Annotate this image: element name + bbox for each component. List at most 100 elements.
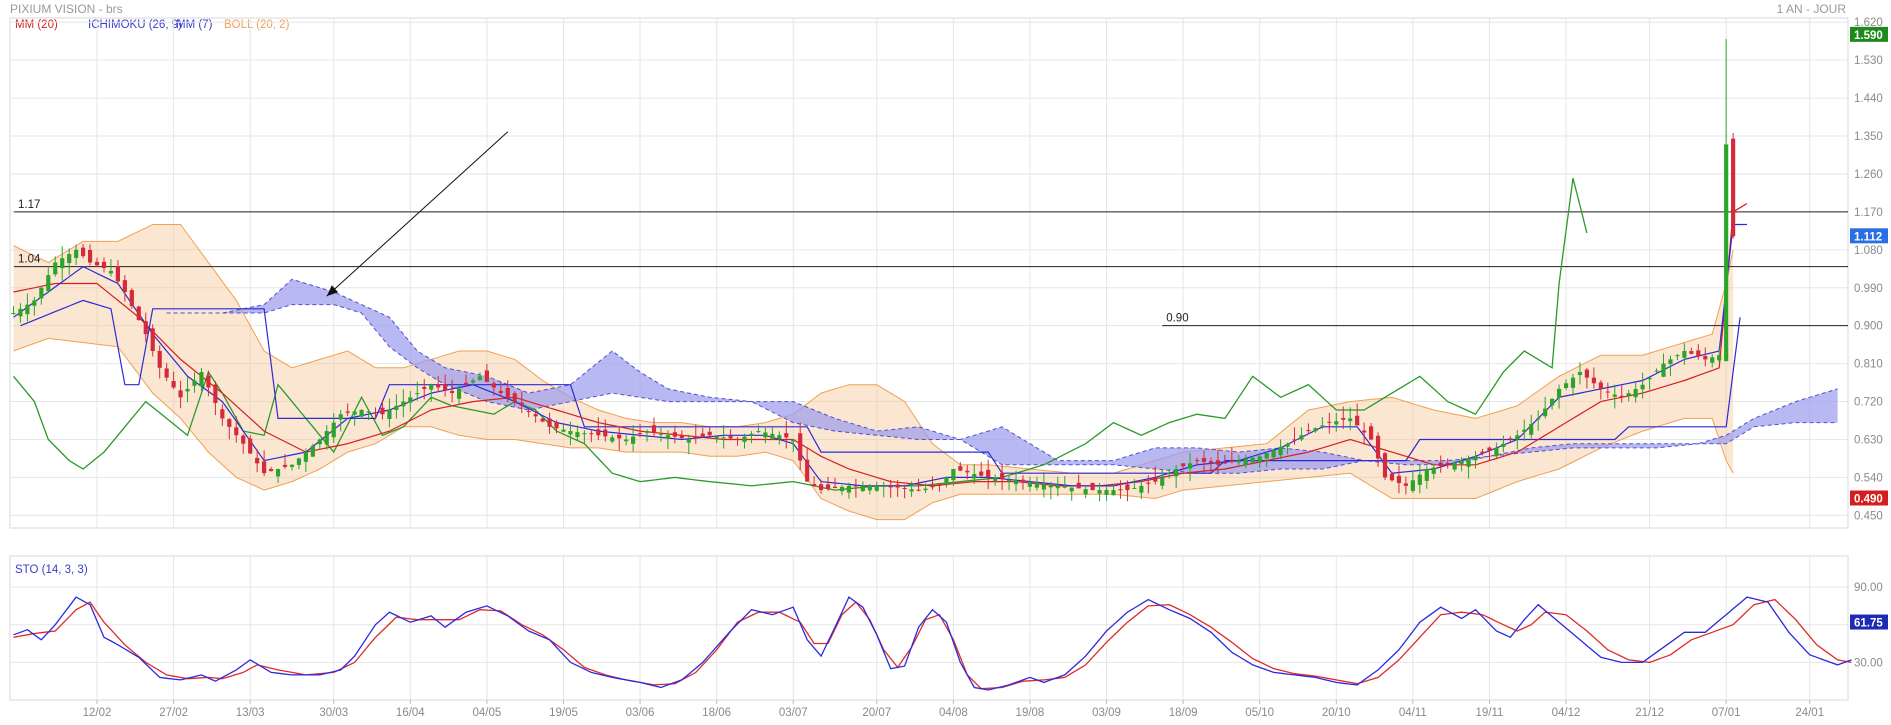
candle-body bbox=[610, 437, 615, 442]
candle-body bbox=[1703, 356, 1708, 360]
candle-body bbox=[1355, 415, 1360, 426]
candle-body bbox=[234, 427, 239, 436]
candle-body bbox=[1466, 458, 1471, 467]
candle-body bbox=[1494, 447, 1499, 457]
candle-body bbox=[784, 433, 789, 438]
level-label: 1.04 bbox=[18, 254, 41, 266]
candle-body bbox=[1097, 490, 1102, 494]
candle-body bbox=[867, 485, 872, 491]
legend-ichimoku[interactable]: ICHIMOKU (26, 9) bbox=[88, 19, 182, 31]
candle-body bbox=[979, 471, 984, 476]
sto-d-line bbox=[13, 598, 1852, 690]
legend-boll[interactable]: BOLL (20, 2) bbox=[224, 19, 290, 31]
candle-body bbox=[11, 313, 16, 315]
legend-mm20[interactable]: MM (20) bbox=[15, 19, 58, 31]
candle-body bbox=[951, 468, 956, 481]
candle-body bbox=[1139, 485, 1144, 493]
candle-body bbox=[1717, 355, 1722, 361]
candle-body bbox=[1424, 468, 1429, 481]
candle-body bbox=[18, 308, 23, 317]
candle-body bbox=[164, 368, 169, 378]
candle-body bbox=[436, 383, 441, 388]
candle-body bbox=[1027, 482, 1033, 487]
candle-body bbox=[1403, 483, 1408, 486]
candle-body bbox=[972, 474, 977, 479]
candle-body bbox=[1215, 460, 1221, 465]
candle-body bbox=[1556, 388, 1562, 398]
candle-body bbox=[443, 384, 448, 391]
candle-body bbox=[791, 439, 796, 442]
trend-arrow[interactable] bbox=[326, 131, 509, 297]
candle-body bbox=[1292, 439, 1297, 441]
candle-body bbox=[1598, 382, 1603, 389]
candle-body bbox=[429, 384, 434, 390]
price-tick-label: 1.080 bbox=[1854, 245, 1883, 257]
candle-body bbox=[1431, 467, 1436, 474]
candle-body bbox=[1320, 425, 1325, 427]
candle-body bbox=[415, 393, 420, 395]
candle-body bbox=[860, 485, 865, 492]
candle-body bbox=[1731, 138, 1736, 237]
sto-label[interactable]: STO (14, 3, 3) bbox=[15, 564, 88, 576]
arrow-shaft[interactable] bbox=[326, 131, 509, 297]
candle-body bbox=[310, 445, 315, 457]
candle-body bbox=[839, 486, 845, 492]
time-tick-label: 12/02 bbox=[83, 707, 112, 719]
price-tick-label: 0.630 bbox=[1854, 434, 1883, 446]
candle-body bbox=[1306, 430, 1311, 432]
candle-body bbox=[1250, 457, 1255, 463]
candle-body bbox=[1257, 456, 1262, 462]
candle-body bbox=[561, 429, 566, 432]
candle-body bbox=[1626, 393, 1631, 396]
period-label[interactable]: 1 AN - JOUR bbox=[1777, 2, 1847, 16]
candle-body bbox=[1417, 474, 1422, 485]
candle-body bbox=[1271, 450, 1276, 458]
candle-body bbox=[115, 266, 121, 282]
candle-body bbox=[909, 489, 914, 492]
candle-body bbox=[679, 435, 684, 439]
candle-body bbox=[1508, 438, 1513, 440]
candle-body bbox=[568, 431, 573, 435]
candle-body bbox=[289, 464, 295, 467]
candle-body bbox=[1341, 418, 1346, 420]
candle-body bbox=[373, 412, 378, 414]
candle-body bbox=[944, 477, 949, 483]
candle-body bbox=[220, 409, 225, 419]
candle-body bbox=[589, 433, 594, 435]
time-tick-label: 18/09 bbox=[1169, 707, 1198, 719]
sto-badge-label: 61.75 bbox=[1854, 618, 1883, 630]
price-tick-label: 0.720 bbox=[1854, 397, 1883, 409]
candle-body bbox=[422, 386, 427, 389]
candle-body bbox=[853, 485, 858, 487]
candle-body bbox=[1382, 453, 1388, 478]
time-tick-label: 16/04 bbox=[396, 707, 425, 719]
price-tick-label: 0.810 bbox=[1854, 359, 1883, 371]
horizontal-levels[interactable]: 1.17 1.04 0.90 bbox=[14, 199, 1848, 327]
candle-body bbox=[227, 419, 232, 427]
candle-body bbox=[81, 247, 86, 257]
time-tick-label: 07/01 bbox=[1712, 707, 1741, 719]
candle-body bbox=[846, 485, 852, 493]
candle-body bbox=[1375, 435, 1381, 459]
candle-body bbox=[770, 433, 775, 439]
candle-body bbox=[122, 280, 127, 292]
candle-body bbox=[1696, 350, 1701, 357]
candle-body bbox=[1153, 477, 1158, 482]
candle-body bbox=[1487, 447, 1492, 451]
candle-body bbox=[742, 436, 747, 442]
time-tick-label: 18/06 bbox=[702, 707, 731, 719]
candle-body bbox=[818, 484, 824, 491]
candle-body bbox=[1550, 398, 1555, 406]
legend-mm7[interactable]: MM (7) bbox=[176, 19, 213, 31]
candle-body bbox=[540, 418, 545, 422]
candle-body bbox=[1236, 460, 1241, 463]
candle-body bbox=[352, 411, 357, 415]
candle-body bbox=[192, 380, 197, 386]
candle-body bbox=[359, 409, 364, 417]
candle-body bbox=[206, 375, 211, 388]
price-tick-label: 1.260 bbox=[1854, 169, 1883, 181]
candle-body bbox=[1076, 482, 1081, 489]
candle-body bbox=[241, 435, 246, 444]
candle-body bbox=[1055, 485, 1060, 489]
candle-body bbox=[1348, 418, 1353, 422]
